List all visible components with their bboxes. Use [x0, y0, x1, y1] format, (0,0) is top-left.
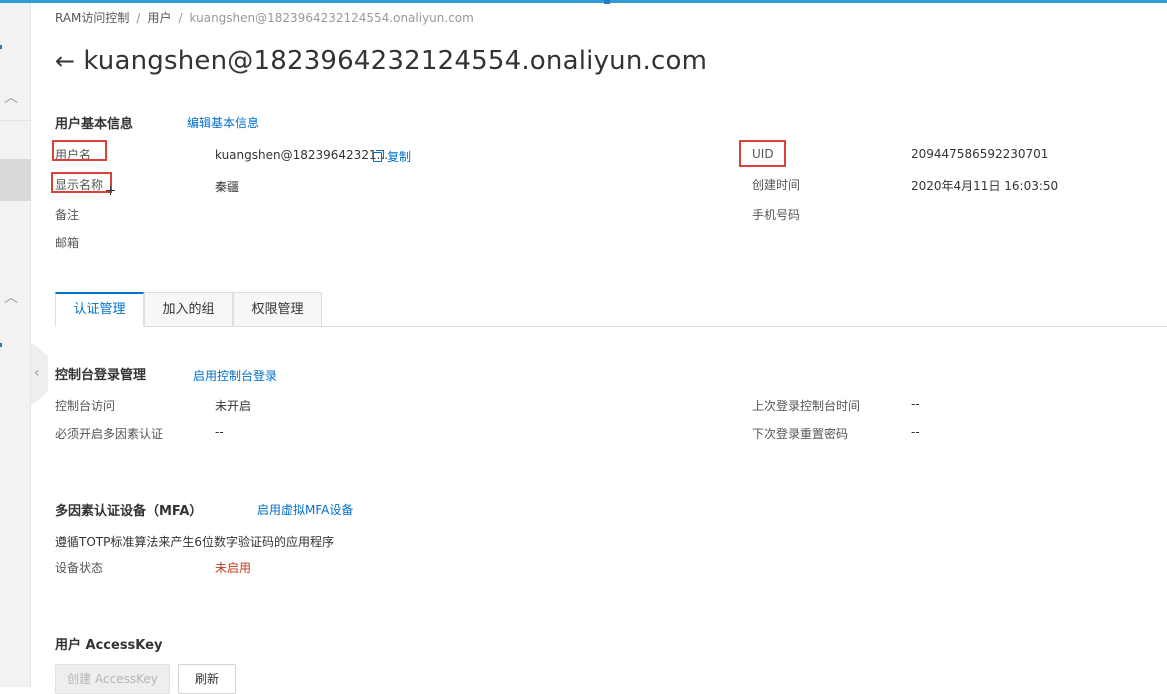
sidebar-edge-marker: [0, 343, 2, 347]
device-status-label: 设备状态: [55, 561, 104, 575]
email-label: 邮箱: [55, 236, 80, 250]
chevron-left-icon: ‹: [34, 365, 40, 381]
breadcrumb-item-ram[interactable]: RAM访问控制: [55, 11, 129, 25]
breadcrumb-separator: /: [178, 11, 183, 25]
top-progress-bar: [0, 0, 1167, 4]
page-title-text: kuangshen@1823964232124554.onaliyun.com: [83, 46, 708, 76]
mfa-required-value: --: [215, 425, 224, 439]
page-title: ← kuangshen@1823964232124554.onaliyun.com: [55, 46, 707, 76]
last-login-value: --: [911, 397, 920, 411]
sidebar: ︿ ︿: [0, 3, 31, 687]
highlight-box: [52, 140, 107, 161]
username-value: kuangshen@18239642321...: [215, 148, 389, 162]
display-name-value: 秦疆: [215, 180, 240, 194]
breadcrumb-separator: /: [136, 11, 141, 25]
remark-label: 备注: [55, 208, 80, 222]
sidebar-divider: [0, 120, 31, 121]
last-login-label: 上次登录控制台时间: [752, 399, 861, 413]
back-arrow-icon[interactable]: ←: [55, 47, 75, 75]
console-login-heading: 控制台登录管理: [55, 368, 147, 383]
console-access-value: 未开启: [215, 399, 252, 413]
created-time-label: 创建时间: [752, 178, 801, 192]
console-access-label: 控制台访问: [55, 399, 116, 413]
enable-mfa-link[interactable]: 启用虚拟MFA设备: [257, 501, 353, 518]
create-accesskey-button[interactable]: 创建 AccessKey: [55, 664, 170, 694]
collapse-sidebar-button[interactable]: ‹: [31, 342, 48, 406]
tab-auth-management[interactable]: 认证管理: [55, 292, 144, 327]
breadcrumb-item-users[interactable]: 用户: [147, 11, 171, 25]
refresh-button[interactable]: 刷新: [178, 664, 236, 694]
cursor-crosshair-icon: [106, 186, 115, 195]
created-time-value: 2020年4月11日 16:03:50: [911, 179, 1059, 193]
chevron-up-icon[interactable]: ︿: [4, 291, 18, 305]
basic-info-heading: 用户基本信息: [55, 117, 134, 132]
accesskey-heading: 用户 AccessKey: [55, 638, 163, 653]
tab-joined-groups[interactable]: 加入的组: [144, 292, 233, 327]
top-bar-marker: [604, 0, 610, 4]
chevron-up-icon[interactable]: ︿: [4, 91, 18, 105]
edit-basic-info-link[interactable]: 编辑基本信息: [187, 114, 259, 131]
enable-console-login-link[interactable]: 启用控制台登录: [193, 367, 277, 384]
highlight-box: [51, 172, 112, 193]
breadcrumb: RAM访问控制 / 用户 / kuangshen@1823964232124554.on…: [55, 9, 474, 26]
mfa-required-label: 必须开启多因素认证: [55, 427, 164, 441]
sidebar-item-selected[interactable]: [0, 159, 31, 201]
copy-icon: [373, 150, 384, 162]
sidebar-edge-marker: [0, 45, 2, 49]
mfa-description: 遵循TOTP标准算法来产生6位数字验证码的应用程序: [55, 535, 334, 549]
device-status-value: 未启用: [215, 561, 252, 575]
phone-label: 手机号码: [752, 208, 801, 222]
mfa-heading: 多因素认证设备（MFA）: [55, 504, 203, 519]
tab-permissions[interactable]: 权限管理: [233, 292, 322, 327]
copy-username-button[interactable]: 复制: [373, 148, 411, 165]
reset-password-value: --: [911, 425, 920, 439]
highlight-box: [739, 140, 786, 167]
uid-value: 209447586592230701: [911, 147, 1049, 161]
copy-label: 复制: [387, 150, 412, 164]
reset-password-label: 下次登录重置密码: [752, 427, 849, 441]
breadcrumb-current: kuangshen@1823964232124554.onaliyun.com: [189, 11, 474, 25]
